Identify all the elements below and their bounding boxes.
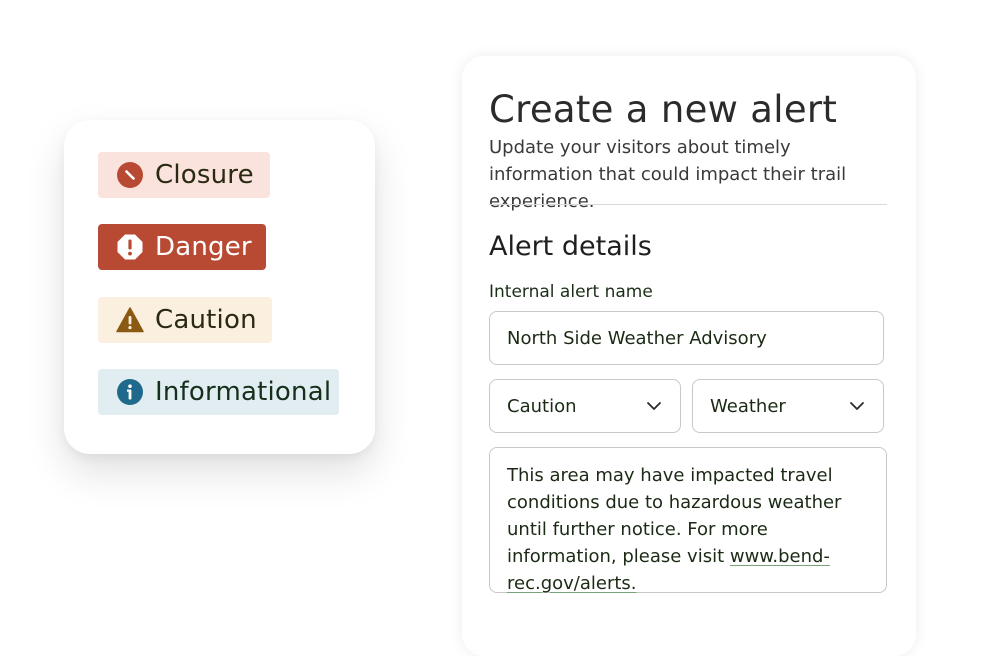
closure-icon xyxy=(116,161,144,189)
caution-icon xyxy=(116,306,144,334)
caution-badge[interactable]: Caution xyxy=(98,297,272,343)
chevron-down-icon xyxy=(646,398,662,414)
page-subtitle: Update your visitors about timely inform… xyxy=(489,137,847,212)
create-alert-panel: Create a new alert Update your visitors … xyxy=(462,56,916,656)
danger-badge-label: Danger xyxy=(155,232,252,262)
info-icon xyxy=(116,378,144,406)
chevron-down-icon xyxy=(849,398,865,414)
divider xyxy=(489,204,887,205)
alert-type-legend-card: Closure Danger Caution Informational xyxy=(64,120,375,454)
informational-badge-label: Informational xyxy=(155,377,332,407)
informational-badge[interactable]: Informational xyxy=(98,369,339,415)
category-select-value: Weather xyxy=(710,395,786,417)
section-title: Alert details xyxy=(489,231,652,262)
alert-name-input[interactable] xyxy=(489,311,884,365)
danger-badge[interactable]: Danger xyxy=(98,224,266,270)
alert-name-label: Internal alert name xyxy=(489,282,653,302)
page-title: Create a new alert xyxy=(489,88,838,131)
severity-select-value: Caution xyxy=(507,395,577,417)
alert-message-textarea[interactable]: This area may have impacted travel condi… xyxy=(489,447,887,594)
category-select[interactable]: Weather xyxy=(692,379,884,433)
closure-badge[interactable]: Closure xyxy=(98,152,270,198)
danger-icon xyxy=(116,233,144,261)
caution-badge-label: Caution xyxy=(155,305,257,335)
severity-select[interactable]: Caution xyxy=(489,379,681,433)
closure-badge-label: Closure xyxy=(155,160,254,190)
